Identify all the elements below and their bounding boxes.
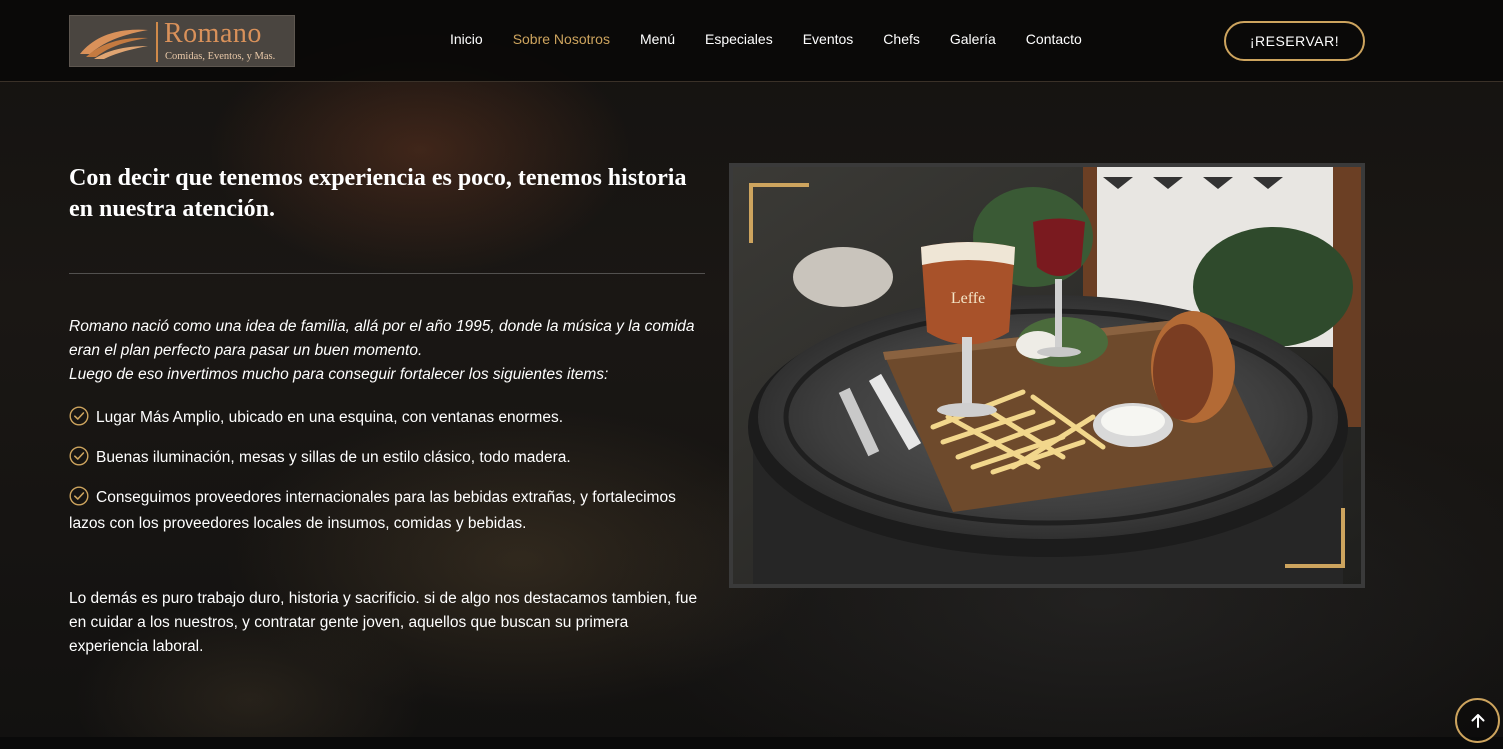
section-divider (69, 273, 705, 274)
about-closing: Lo demás es puro trabajo duro, historia … (69, 590, 698, 655)
frame-corner-top-left (749, 183, 809, 243)
logo-divider (156, 22, 158, 62)
check-circle-icon (69, 446, 89, 466)
glass-label: Leffe (951, 290, 985, 307)
brand-name: Romano (164, 18, 262, 49)
nav-item-galeria[interactable]: Galería (950, 31, 996, 51)
wing-logo-icon (80, 29, 148, 59)
about-intro: Romano nació como una idea de familia, a… (69, 315, 709, 387)
nav-item-inicio[interactable]: Inicio (450, 31, 483, 51)
nav-item-chefs[interactable]: Chefs (883, 31, 920, 51)
feature-list: Lugar Más Amplio, ubicado en una esquina… (69, 405, 709, 551)
nav-item-contacto[interactable]: Contacto (1026, 31, 1082, 51)
brand-tagline: Comidas, Eventos, y Mas. (165, 51, 276, 62)
food-on-barrel-image: Leffe (733, 167, 1361, 584)
footer-strip (0, 737, 1503, 749)
nav-item-eventos[interactable]: Eventos (803, 31, 854, 51)
list-item: Conseguimos proveedores internacionales … (69, 485, 709, 537)
frame-corner-bottom-right (1285, 508, 1345, 568)
nav-item-sobre-nosotros[interactable]: Sobre Nosotros (513, 31, 610, 51)
nav-item-menu[interactable]: Menú (640, 31, 675, 51)
main-nav: Inicio Sobre Nosotros Menú Especiales Ev… (450, 31, 1082, 51)
nav-item-especiales[interactable]: Especiales (705, 31, 773, 51)
about-photo: Leffe (729, 163, 1365, 588)
check-circle-icon (69, 406, 89, 426)
reserve-button[interactable]: ¡RESERVAR! (1224, 21, 1365, 61)
intro-paragraph: Romano nació como una idea de familia, a… (69, 318, 695, 359)
intro-lead: Luego de eso invertimos mucho para conse… (69, 366, 609, 383)
list-item: Buenas iluminación, mesas y sillas de un… (69, 445, 709, 471)
check-circle-icon (69, 486, 89, 506)
back-to-top-button[interactable] (1455, 698, 1500, 743)
about-headline: Con decir que tenemos experiencia es poc… (69, 165, 687, 222)
arrow-up-icon (1471, 713, 1484, 728)
feature-text: Buenas iluminación, mesas y sillas de un… (96, 449, 571, 466)
site-header: Romano Comidas, Eventos, y Mas. Inicio S… (0, 0, 1503, 82)
list-item: Lugar Más Amplio, ubicado en una esquina… (69, 405, 709, 431)
brand-logo[interactable]: Romano Comidas, Eventos, y Mas. (69, 15, 295, 67)
feature-text: Conseguimos proveedores internacionales … (69, 489, 676, 532)
feature-text: Lugar Más Amplio, ubicado en una esquina… (96, 409, 564, 426)
